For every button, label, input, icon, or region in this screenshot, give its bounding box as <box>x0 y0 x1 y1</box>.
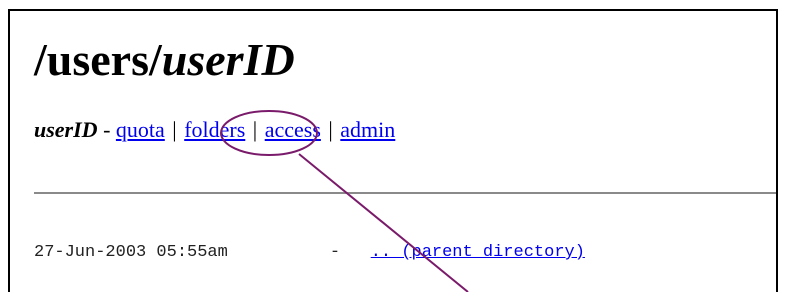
nav-dash: - <box>97 117 116 142</box>
listing-size: - <box>329 243 341 262</box>
page-frame: /users/userID userID - quota | folders |… <box>8 9 778 292</box>
listing-date: 27-Jun-2003 05:55am <box>34 243 228 262</box>
nav-link-access[interactable]: access <box>265 117 321 142</box>
nav-separator: | <box>328 117 333 142</box>
title-user-id: userID <box>161 34 295 85</box>
horizontal-rule <box>34 192 776 194</box>
user-nav: userID - quota | folders | access | admi… <box>34 117 395 143</box>
nav-link-quota[interactable]: quota <box>116 117 165 142</box>
nav-user-label: userID <box>34 117 98 142</box>
nav-link-admin[interactable]: admin <box>340 117 395 142</box>
nav-link-folders[interactable]: folders <box>184 117 245 142</box>
nav-separator: | <box>172 117 177 142</box>
listing-row: 27-Jun-2003 05:55am - .. (parent directo… <box>34 243 585 263</box>
page-title: /users/userID <box>34 34 295 86</box>
title-prefix: /users/ <box>34 34 162 85</box>
nav-separator: | <box>252 117 258 142</box>
parent-directory-link[interactable]: .. (parent directory) <box>371 243 585 262</box>
